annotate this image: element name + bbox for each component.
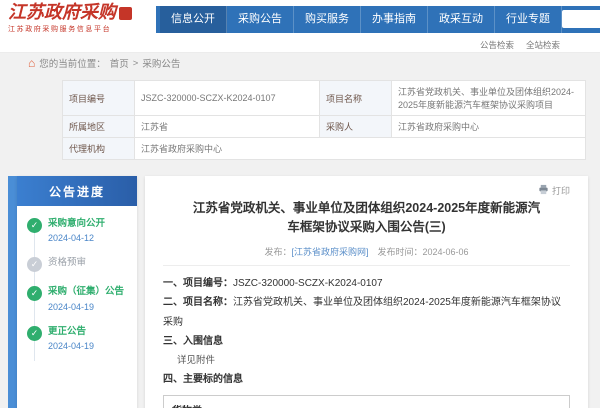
article-meta: 发布：[江苏省政府采购网] 发布时间：2024-06-06 <box>163 245 570 266</box>
left-accent-stripe <box>8 176 17 408</box>
home-icon: ⌂ <box>28 57 35 69</box>
timeline-step-date: 2024-04-19 <box>48 341 94 351</box>
timeline-step-label: 采购意向公开 <box>48 218 105 230</box>
breadcrumb-separator: > <box>133 58 139 69</box>
top-header: 江苏政府采购 江苏政府采购服务信息平台 信息公开 采购公告 购买服务 办事指南 … <box>0 0 600 38</box>
table-row: 项目编号 JSZC-320000-SCZX-K2024-0107 项目名称 江苏… <box>63 81 586 116</box>
breadcrumb: ⌂ 您的当前位置： 首页 > 采购公告 <box>0 53 600 73</box>
section-project-number: 一、项目编号：JSZC-320000-SCZX-K2024-0107 <box>163 274 570 294</box>
print-label: 打印 <box>552 184 570 197</box>
progress-timeline: ✓ 采购意向公开 2024-04-12 ✓ 资格预审 ✓ 采购（征集）公告 <box>17 206 137 375</box>
nav-item-guide[interactable]: 办事指南 <box>361 6 428 33</box>
purchaser-label: 采购人 <box>320 116 392 138</box>
timeline-step-correction-notice[interactable]: ✓ 更正公告 2024-04-19 <box>27 326 129 351</box>
nav-item-interaction[interactable]: 政采互动 <box>428 6 495 33</box>
breadcrumb-home-link[interactable]: 首页 <box>110 56 129 70</box>
table-row: 代理机构 江苏省政府采购中心 <box>63 138 586 160</box>
printer-icon <box>538 184 549 197</box>
main-nav: 信息公开 采购公告 购买服务 办事指南 政采互动 行业专题 <box>156 6 600 33</box>
timeline-step-date: 2024-04-19 <box>48 302 124 312</box>
project-name-label: 项目名称 <box>320 81 392 116</box>
article-body: 一、项目编号：JSZC-320000-SCZX-K2024-0107 二、项目名… <box>163 274 570 408</box>
logo-subtitle: 江苏政府采购服务信息平台 <box>8 24 156 34</box>
region-value: 江苏省 <box>135 116 320 138</box>
progress-panel: 公告进度 ✓ 采购意向公开 2024-04-12 ✓ 资格预审 ✓ <box>17 176 137 408</box>
breadcrumb-current: 采购公告 <box>142 56 180 70</box>
attachment-note[interactable]: 详见附件 <box>163 352 570 371</box>
timeline-step-date: 2024-04-12 <box>48 233 105 243</box>
breadcrumb-prefix: 您的当前位置： <box>39 56 106 70</box>
goods-category-box: 货物类 详见附件内容 <box>163 395 570 408</box>
nav-item-special-topic[interactable]: 行业专题 <box>495 6 562 33</box>
site-search-link[interactable]: 全站检索 <box>526 39 560 51</box>
section-project-name: 二、项目名称：江苏省党政机关、事业单位及团体组织2024-2025年度新能源汽车… <box>163 293 570 332</box>
goods-category-title: 货物类 <box>172 402 561 408</box>
check-icon: ✓ <box>27 326 42 341</box>
logo-title: 江苏政府采购 <box>8 4 116 22</box>
check-icon: ✓ <box>27 257 42 272</box>
timeline-step-prequalification[interactable]: ✓ 资格预审 <box>27 257 129 272</box>
section-subject-info: 四、主要标的信息 <box>163 370 570 390</box>
timeline-step-label: 资格预审 <box>48 257 86 269</box>
publish-label: 发布： <box>264 247 291 257</box>
nav-item-procurement-notice[interactable]: 采购公告 <box>227 6 294 33</box>
publish-time-label: 发布时间： <box>368 247 422 257</box>
timeline-step-intent[interactable]: ✓ 采购意向公开 2024-04-12 <box>27 218 129 243</box>
nav-item-purchase-service[interactable]: 购买服务 <box>294 6 361 33</box>
nav-item-info-disclosure[interactable]: 信息公开 <box>160 6 227 33</box>
article-title: 江苏省党政机关、事业单位及团体组织2024-2025年度新能源汽车框架协议采购入… <box>189 199 544 238</box>
table-row: 所属地区 江苏省 采购人 江苏省政府采购中心 <box>63 116 586 138</box>
site-logo[interactable]: 江苏政府采购 江苏政府采购服务信息平台 <box>8 4 156 34</box>
project-number-label: 项目编号 <box>63 81 135 116</box>
announcement-article: 打印 江苏省党政机关、事业单位及团体组织2024-2025年度新能源汽车框架协议… <box>145 176 588 408</box>
publish-source: [江苏省政府采购网] <box>291 247 368 257</box>
quick-links-strip: 公告检索 全站检索 <box>0 38 600 53</box>
logo-seal-icon <box>119 7 132 20</box>
agency-value: 江苏省政府采购中心 <box>135 138 586 160</box>
print-button[interactable]: 打印 <box>163 184 570 197</box>
timeline-step-label: 采购（征集）公告 <box>48 286 124 298</box>
announcement-search-link[interactable]: 公告检索 <box>480 39 514 51</box>
agency-label: 代理机构 <box>63 138 135 160</box>
region-label: 所属地区 <box>63 116 135 138</box>
purchaser-value: 江苏省政府采购中心 <box>392 116 586 138</box>
project-number-value: JSZC-320000-SCZX-K2024-0107 <box>135 81 320 116</box>
progress-panel-title: 公告进度 <box>17 176 137 206</box>
check-icon: ✓ <box>27 286 42 301</box>
search-group <box>562 10 600 28</box>
search-input[interactable] <box>562 10 600 28</box>
project-name-value: 江苏省党政机关、事业单位及团体组织2024-2025年度新能源汽车框架协议采购项… <box>392 81 586 116</box>
timeline-step-label: 更正公告 <box>48 326 94 338</box>
timeline-step-solicitation-notice[interactable]: ✓ 采购（征集）公告 2024-04-19 <box>27 286 129 311</box>
progress-sidebar: 公告进度 ✓ 采购意向公开 2024-04-12 ✓ 资格预审 ✓ <box>8 176 137 408</box>
content-area: 公告进度 ✓ 采购意向公开 2024-04-12 ✓ 资格预审 ✓ <box>0 166 600 408</box>
publish-time: 2024-06-06 <box>423 247 469 257</box>
section-shortlist-info: 三、入围信息 <box>163 332 570 352</box>
project-info-table: 项目编号 JSZC-320000-SCZX-K2024-0107 项目名称 江苏… <box>62 80 586 160</box>
check-icon: ✓ <box>27 218 42 233</box>
